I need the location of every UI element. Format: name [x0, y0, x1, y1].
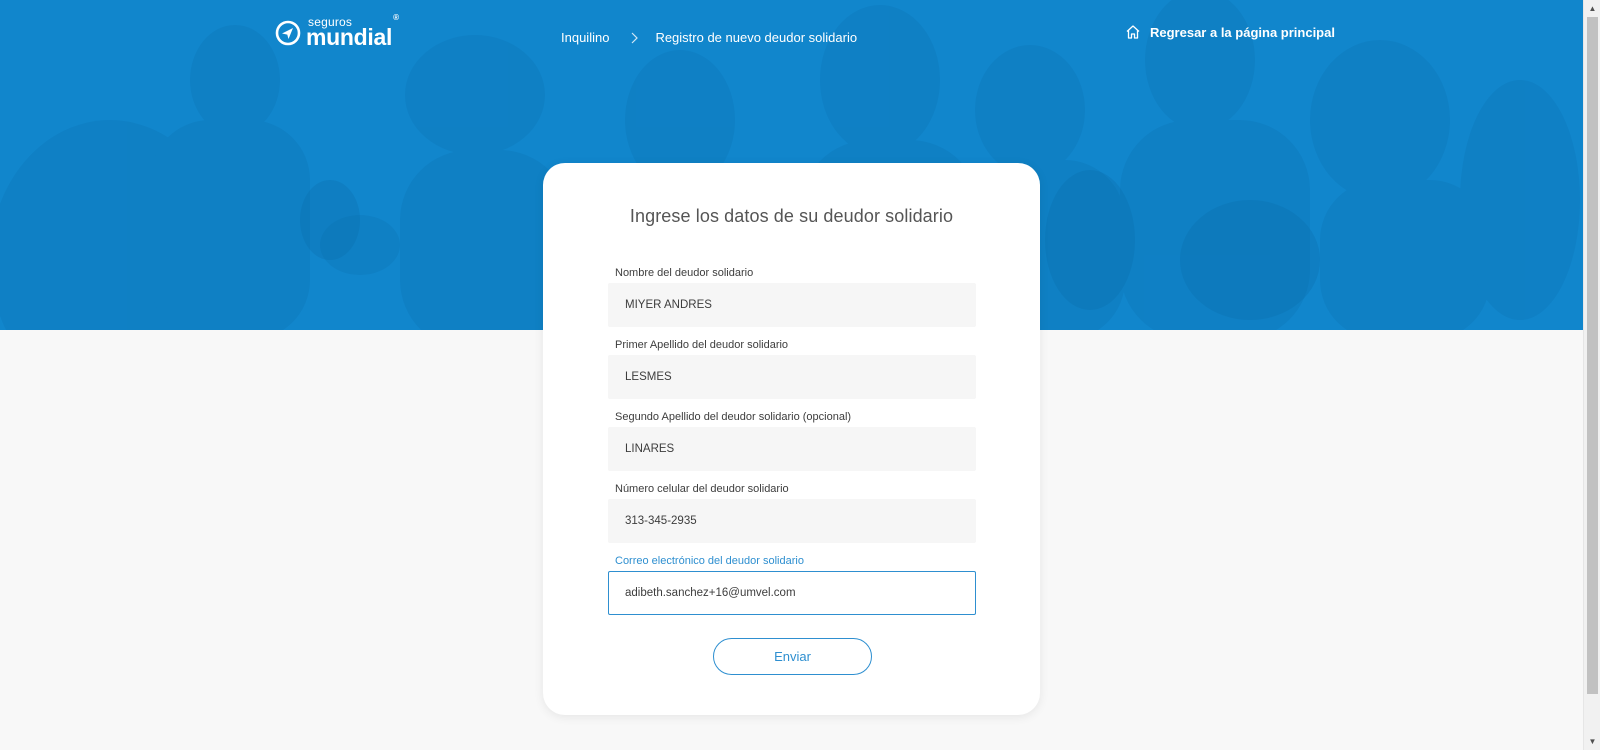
home-icon: [1126, 25, 1140, 39]
scrollbar-thumb[interactable]: [1587, 17, 1598, 694]
logo-big-word: mundial: [306, 24, 393, 50]
back-to-home-label: Regresar a la página principal: [1150, 24, 1335, 40]
compass-arrow-icon: [275, 20, 301, 45]
correo-input[interactable]: [608, 571, 976, 615]
deudor-form-card: Ingrese los datos de su deudor solidario…: [543, 163, 1040, 715]
back-to-home-link[interactable]: Regresar a la página principal: [1125, 24, 1335, 40]
logo-wordmark: seguros mundial®: [306, 14, 399, 50]
field-celular: Número celular del deudor solidario: [608, 481, 976, 543]
correo-label: Correo electrónico del deudor solidario: [615, 555, 804, 567]
scroll-down-arrow-icon[interactable]: ▼: [1584, 733, 1600, 750]
segundo-apellido-input[interactable]: [608, 427, 976, 471]
celular-label: Número celular del deudor solidario: [615, 483, 789, 495]
breadcrumb-item-current: Registro de nuevo deudor solidario: [655, 30, 858, 45]
chevron-right-icon: [632, 32, 639, 43]
form-title: Ingrese los datos de su deudor solidario: [629, 206, 954, 226]
enviar-button[interactable]: Enviar: [713, 638, 872, 675]
logo-big-text: mundial®: [306, 14, 399, 50]
segundo-apellido-label: Segundo Apellido del deudor solidario (o…: [615, 411, 852, 423]
nombre-label: Nombre del deudor solidario: [615, 267, 754, 279]
seguros-mundial-logo[interactable]: seguros mundial®: [275, 14, 399, 50]
breadcrumb: Inquilino Registro de nuevo deudor solid…: [561, 30, 857, 45]
field-segundo-apellido: Segundo Apellido del deudor solidario (o…: [608, 409, 976, 471]
vertical-scrollbar[interactable]: ▲ ▼: [1583, 0, 1600, 750]
field-primer-apellido: Primer Apellido del deudor solidario: [608, 337, 976, 399]
logo-registered-mark: ®: [393, 13, 399, 22]
nombre-input[interactable]: [608, 283, 976, 327]
primer-apellido-label: Primer Apellido del deudor solidario: [615, 339, 789, 351]
field-correo: Correo electrónico del deudor solidario: [608, 553, 976, 615]
celular-input[interactable]: [608, 499, 976, 543]
page: seguros mundial® Inquilino Registro de n…: [0, 0, 1600, 750]
field-nombre: Nombre del deudor solidario: [608, 265, 976, 327]
scroll-up-arrow-icon[interactable]: ▲: [1584, 0, 1600, 17]
breadcrumb-item-inquilino[interactable]: Inquilino: [561, 30, 609, 45]
primer-apellido-input[interactable]: [608, 355, 976, 399]
